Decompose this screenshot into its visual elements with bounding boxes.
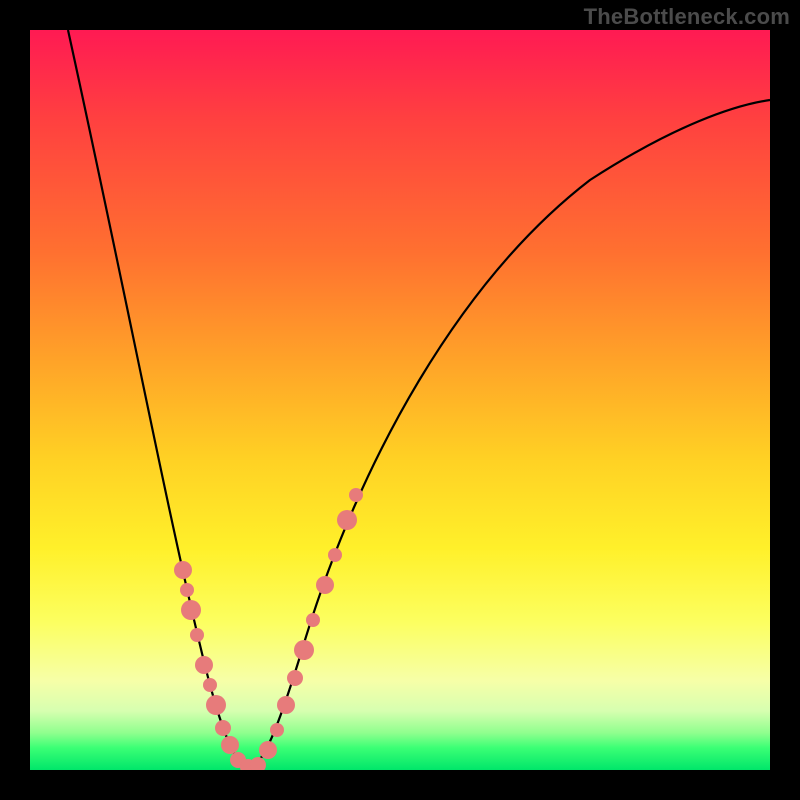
bead-marker (349, 488, 363, 502)
bead-marker (215, 720, 231, 736)
bead-marker (270, 723, 284, 737)
bead-marker (203, 678, 217, 692)
bead-marker (206, 695, 226, 715)
bead-marker (277, 696, 295, 714)
bead-marker (180, 583, 194, 597)
chart-frame: TheBottleneck.com (0, 0, 800, 800)
bead-marker (221, 736, 239, 754)
bead-marker (174, 561, 192, 579)
bead-marker (316, 576, 334, 594)
bead-marker (250, 757, 266, 770)
watermark-text: TheBottleneck.com (584, 4, 790, 30)
bead-marker (328, 548, 342, 562)
bead-marker (294, 640, 314, 660)
bead-marker (287, 670, 303, 686)
bead-marker (337, 510, 357, 530)
bead-marker (190, 628, 204, 642)
chart-svg (30, 30, 770, 770)
bead-marker (259, 741, 277, 759)
plot-area (30, 30, 770, 770)
bead-group (174, 488, 363, 770)
bead-marker (306, 613, 320, 627)
bottleneck-curve (68, 30, 770, 768)
bead-marker (181, 600, 201, 620)
bead-marker (195, 656, 213, 674)
